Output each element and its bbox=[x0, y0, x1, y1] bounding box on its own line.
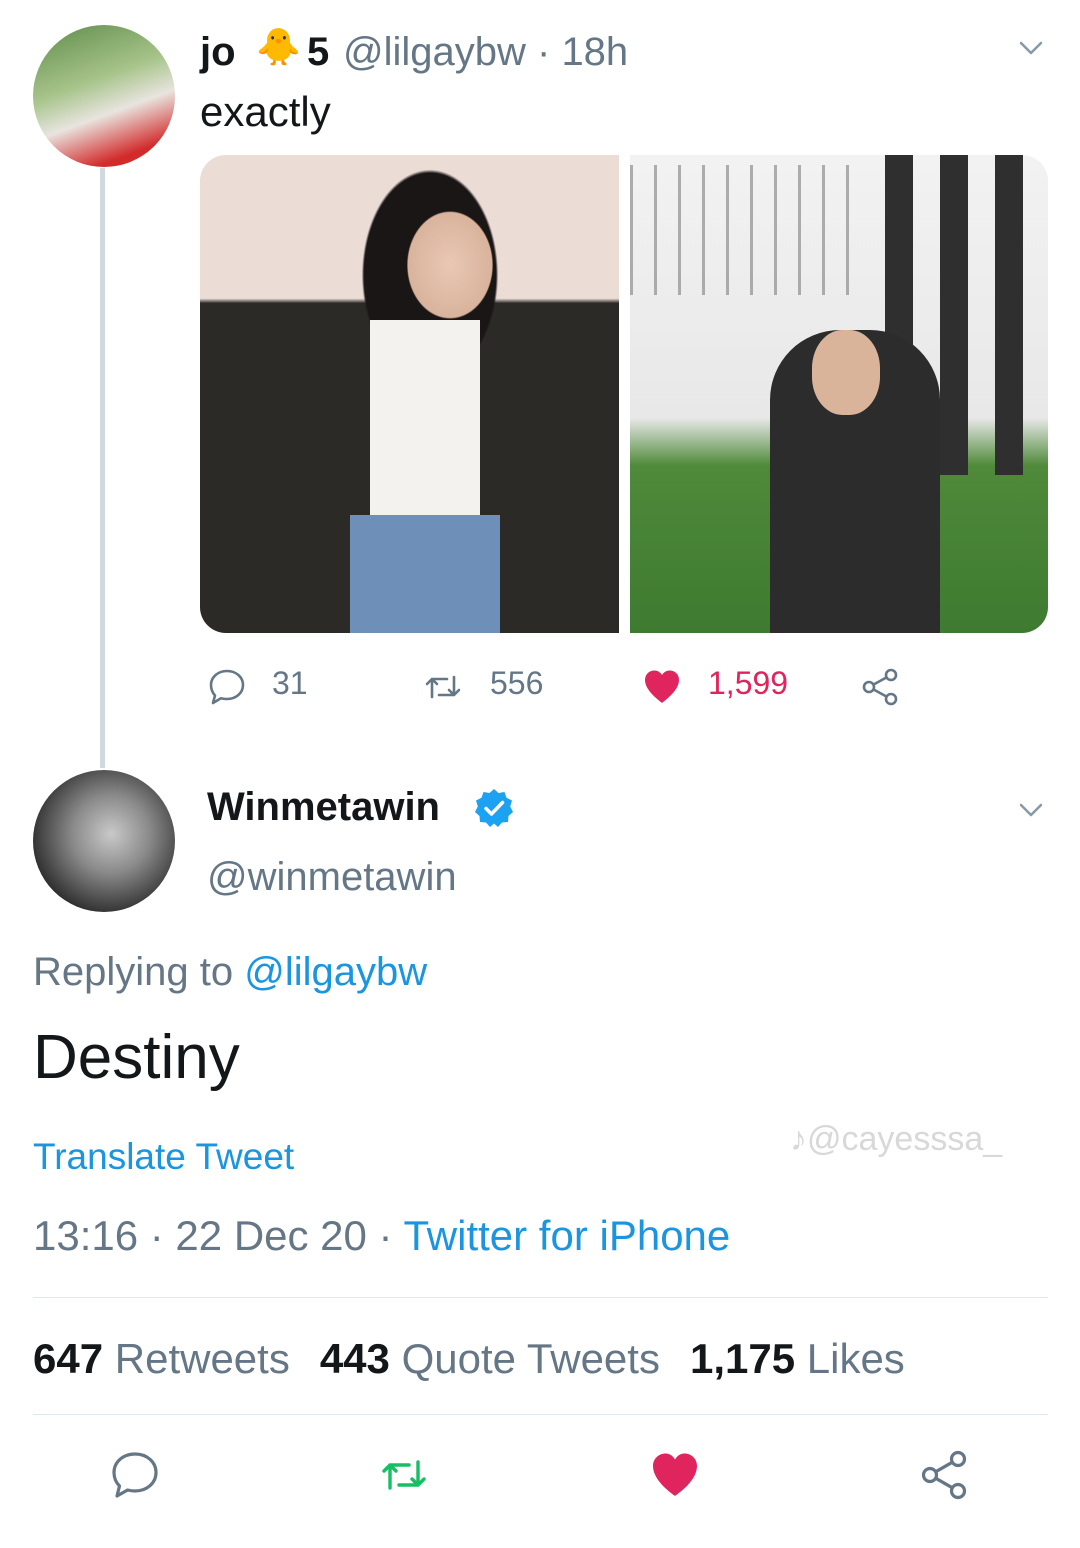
quotes-stat[interactable]: 443 Quote Tweets bbox=[320, 1335, 660, 1382]
author-handle[interactable]: @winmetawin bbox=[207, 855, 457, 900]
author-handle-time: @lilgaybw · 18h bbox=[343, 30, 629, 74]
retweets-count: 647 bbox=[33, 1335, 104, 1382]
photo-detail bbox=[630, 165, 860, 295]
photo-detail bbox=[370, 320, 480, 520]
tweet-text: exactly bbox=[200, 88, 331, 135]
share-icon[interactable] bbox=[860, 667, 900, 707]
thread-line bbox=[100, 168, 105, 768]
divider bbox=[33, 1414, 1048, 1415]
heart-filled-icon[interactable] bbox=[642, 667, 682, 707]
quotes-label: Quote Tweets bbox=[401, 1335, 660, 1382]
retweets-stat[interactable]: 647 Retweets bbox=[33, 1335, 290, 1382]
share-icon[interactable] bbox=[918, 1449, 970, 1501]
tweet-source-link[interactable]: Twitter for iPhone bbox=[403, 1212, 730, 1259]
retweets-label: Retweets bbox=[114, 1335, 290, 1382]
likes-count: 1,175 bbox=[689, 1335, 796, 1382]
retweet-icon[interactable] bbox=[423, 667, 463, 707]
quotes-count: 443 bbox=[319, 1335, 390, 1382]
author-name[interactable]: jo bbox=[200, 30, 236, 75]
like-count: 1,599 bbox=[708, 665, 789, 701]
reply-count: 31 bbox=[272, 665, 308, 701]
tweet-timestamp: 13:16 · 22 Dec 20 · bbox=[33, 1212, 404, 1259]
replying-to: Replying to @lilgaybw bbox=[33, 950, 427, 995]
reply-icon[interactable] bbox=[109, 1449, 161, 1501]
likes-label: Likes bbox=[806, 1335, 905, 1382]
photo-woman-jacket[interactable] bbox=[200, 155, 619, 633]
chevron-down-icon[interactable] bbox=[1018, 797, 1044, 823]
author-name[interactable]: Winmetawin bbox=[207, 785, 440, 830]
photo-detail bbox=[940, 155, 968, 475]
reply-icon[interactable] bbox=[207, 667, 247, 707]
author-name-number: 5 bbox=[307, 30, 330, 74]
translate-tweet-link[interactable]: Translate Tweet bbox=[33, 1136, 294, 1178]
avatar-winmetawin[interactable] bbox=[33, 770, 175, 912]
verified-badge-icon bbox=[475, 789, 513, 827]
chick-emoji: 🐥 bbox=[256, 26, 301, 67]
photo-detail bbox=[350, 515, 500, 633]
replying-handle-link[interactable]: @lilgaybw bbox=[244, 950, 427, 994]
photo-man-building[interactable] bbox=[630, 155, 1048, 633]
tweet-stats: 647 Retweets 443 Quote Tweets 1,175 Likes bbox=[33, 1335, 905, 1383]
photo-detail bbox=[812, 330, 880, 415]
likes-stat[interactable]: 1,175 Likes bbox=[690, 1335, 905, 1382]
heart-filled-icon[interactable] bbox=[649, 1449, 701, 1501]
divider bbox=[33, 1297, 1048, 1298]
tweet-meta: 13:16 · 22 Dec 20 · Twitter for iPhone bbox=[33, 1212, 730, 1260]
tweet-media[interactable] bbox=[200, 155, 1048, 633]
replying-prefix: Replying to bbox=[33, 950, 245, 994]
retweet-count: 556 bbox=[490, 665, 544, 701]
retweet-icon[interactable] bbox=[378, 1449, 430, 1501]
watermark: ♪@cayesssa_ bbox=[790, 1120, 1003, 1158]
avatar-jo[interactable] bbox=[33, 25, 175, 167]
photo-detail bbox=[995, 155, 1023, 475]
tweet-text: Destiny bbox=[33, 1023, 240, 1092]
chevron-down-icon[interactable] bbox=[1018, 35, 1044, 61]
